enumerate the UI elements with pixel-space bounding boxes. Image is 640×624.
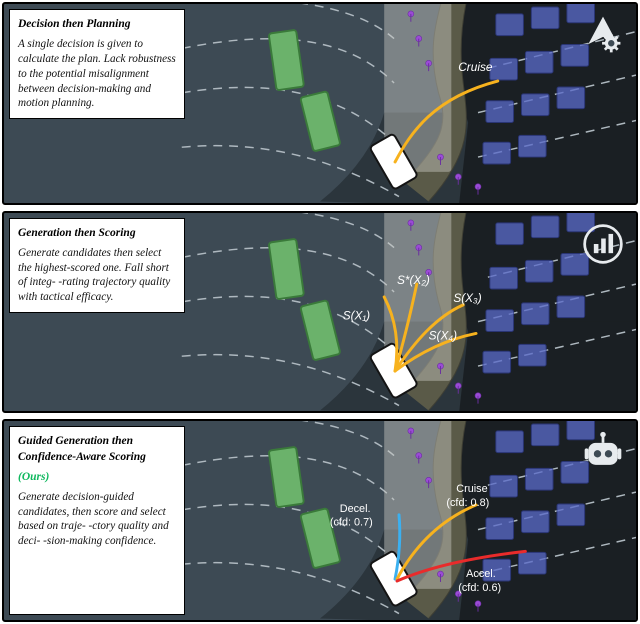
caption-box: Generation then Scoring Generate candida… [9,218,185,313]
label-decel: Decel. [340,503,371,515]
panel-decision-then-planning: Cruise Decision then Planning A single d… [2,2,638,205]
label-cruise: Cruise [456,483,487,495]
label-accel-cfd: (cfd: 0.6) [458,582,501,594]
compass-gear-icon [580,12,626,58]
panel-guided-generation-ours: Decel. (cfd: 0.7) Cruise (cfd: 0.8) Acce… [2,419,638,622]
panel-desc: A single decision is given to calculate … [18,37,176,111]
panel-desc: Generate candidates then select the high… [18,246,176,305]
label-s4: S(X₄) [429,328,457,342]
label-cruise-cfd: (cfd: 0.8) [446,497,489,509]
caption-box: Guided Generation then Confidence-Aware … [9,426,185,615]
panel-generation-then-scoring: S(X₁) S*(X₂) S(X₃) S(X₄) Generation then… [2,211,638,414]
label-cruise: Cruise [458,60,493,74]
panel-subtitle: (Ours) [18,470,176,485]
label-decel-cfd: (cfd: 0.7) [330,517,373,529]
panel-title: Guided Generation then Confidence-Aware … [18,434,176,464]
panel-desc: Generate decision-guided candidates, the… [18,490,176,549]
label-s1: S(X₁) [343,308,370,322]
label-s3: S(X₃) [453,291,481,305]
bar-chart-icon [580,221,626,267]
caption-box: Decision then Planning A single decision… [9,9,185,119]
panel-title: Decision then Planning [18,17,176,32]
label-accel: Accel. [466,568,496,580]
panel-title: Generation then Scoring [18,226,176,241]
label-s2: S*(X₂) [397,273,430,287]
robot-icon [580,429,626,475]
